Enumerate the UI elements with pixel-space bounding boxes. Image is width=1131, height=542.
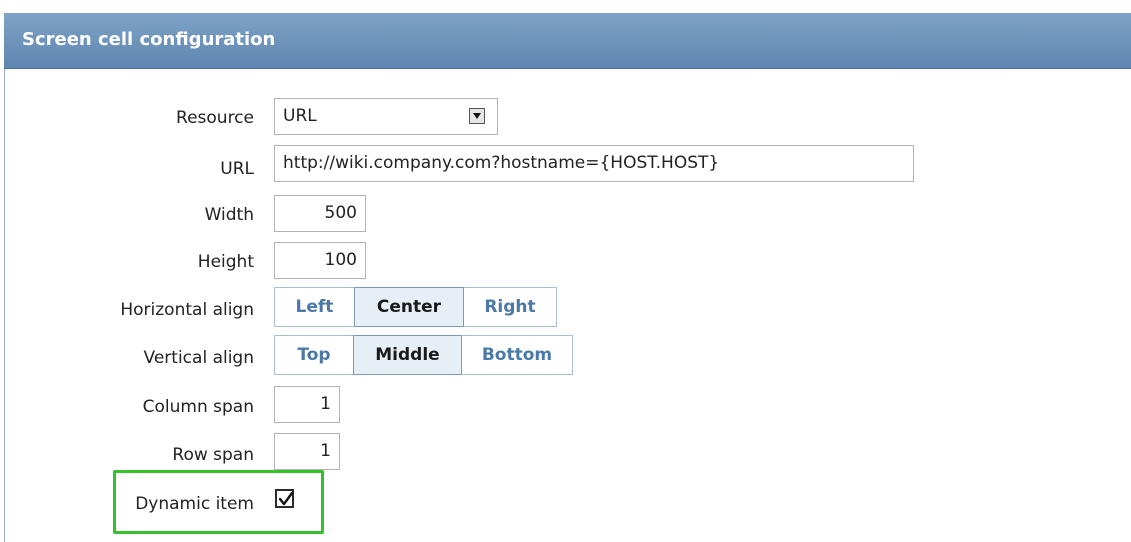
- valign-top-button[interactable]: Top: [274, 335, 354, 375]
- width-label: Width: [204, 205, 254, 225]
- halign-left-button[interactable]: Left: [274, 287, 355, 327]
- checkmark-icon: [278, 491, 294, 506]
- height-label: Height: [197, 252, 254, 272]
- height-field[interactable]: 100: [274, 242, 366, 279]
- resource-label: Resource: [176, 108, 254, 128]
- horizontal-align-group: Left Center Right: [274, 287, 557, 327]
- halign-right-button[interactable]: Right: [463, 287, 557, 327]
- vertical-align-label: Vertical align: [143, 348, 254, 368]
- valign-bottom-button[interactable]: Bottom: [461, 335, 573, 375]
- width-field[interactable]: 500: [274, 195, 366, 232]
- row-span-field[interactable]: 1: [274, 433, 340, 470]
- halign-center-button[interactable]: Center: [354, 287, 464, 327]
- resource-value: URL: [283, 106, 317, 126]
- column-span-field[interactable]: 1: [274, 386, 340, 423]
- dynamic-item-label: Dynamic item: [135, 494, 254, 514]
- panel-header: Screen cell configuration: [4, 13, 1131, 69]
- valign-middle-button[interactable]: Middle: [353, 335, 462, 375]
- page-title: Screen cell configuration: [22, 29, 276, 50]
- url-field[interactable]: http://wiki.company.com?hostname={HOST.H…: [274, 145, 914, 182]
- url-label: URL: [220, 159, 254, 179]
- resource-select[interactable]: URL: [274, 98, 498, 135]
- row-span-label: Row span: [172, 445, 254, 465]
- vertical-align-group: Top Middle Bottom: [274, 335, 573, 375]
- horizontal-align-label: Horizontal align: [120, 300, 254, 320]
- chevron-down-icon[interactable]: [469, 108, 485, 124]
- column-span-label: Column span: [142, 397, 254, 417]
- dynamic-item-checkbox[interactable]: [275, 489, 294, 508]
